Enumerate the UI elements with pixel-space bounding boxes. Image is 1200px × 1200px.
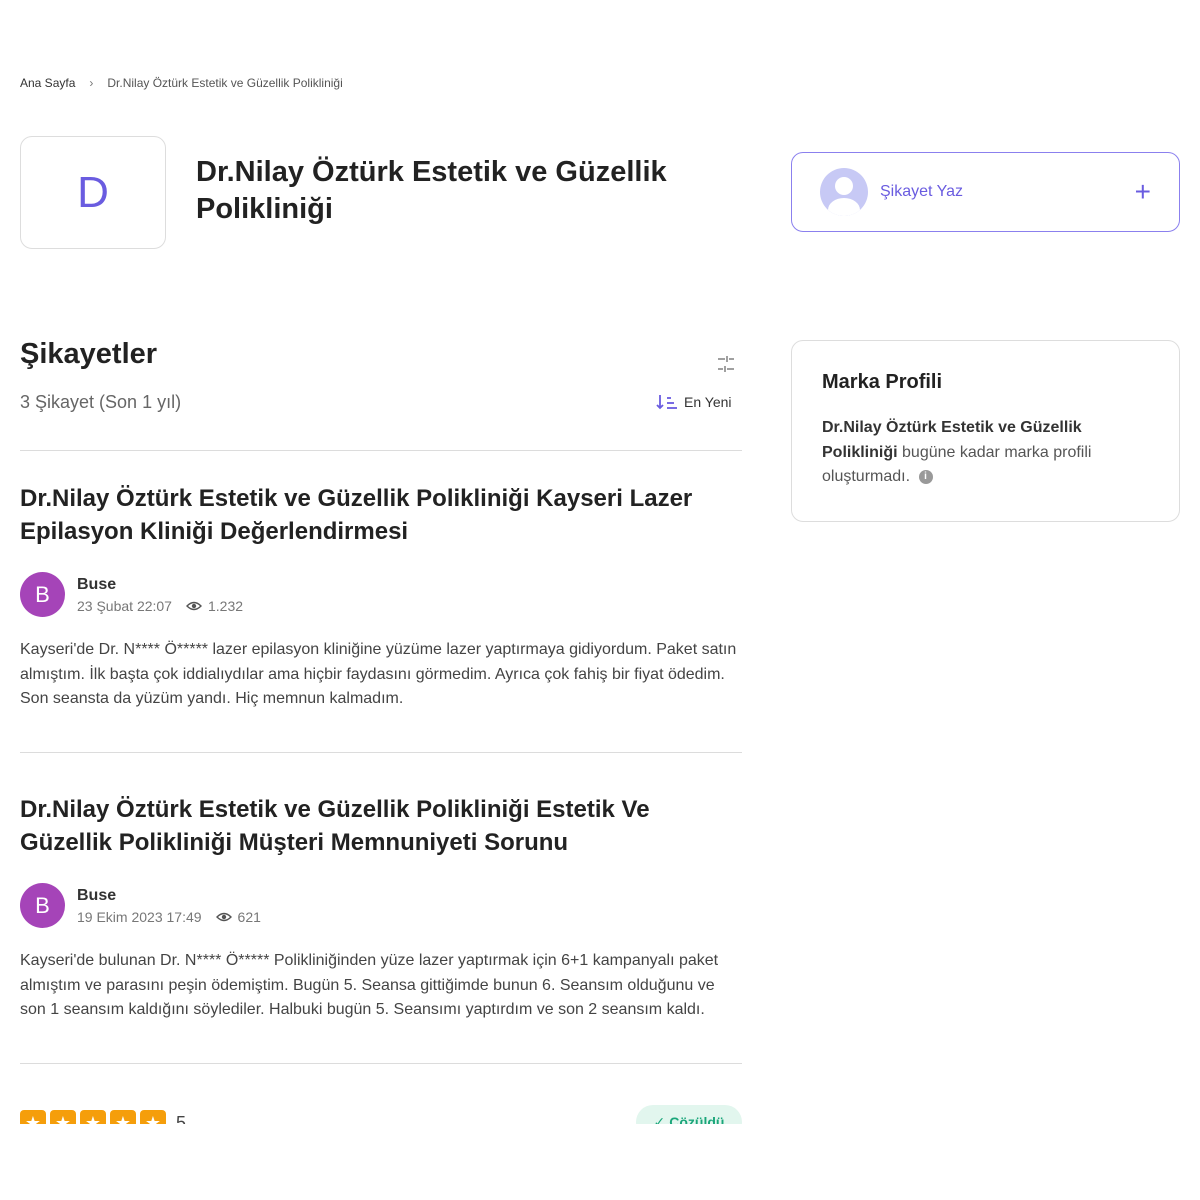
star-icon: ★ xyxy=(50,1110,76,1124)
profile-card-title: Marka Profili xyxy=(822,371,943,393)
status-label: Çözüldü xyxy=(669,1114,725,1124)
complaint-body: Kayseri'de bulunan Dr. N**** Ö***** Poli… xyxy=(20,952,719,1018)
divider xyxy=(20,1063,742,1064)
sort-icon xyxy=(656,395,677,410)
view-count: 621 xyxy=(215,908,261,925)
status-badge: ✓ Çözüldü xyxy=(636,1105,742,1124)
brand-profile-card: Marka Profili Dr.Nilay Öztürk Estetik ve… xyxy=(791,340,1180,522)
brand-logo: D xyxy=(20,136,166,249)
divider xyxy=(20,450,742,451)
view-count-value: 1.232 xyxy=(207,597,244,614)
filter-icon[interactable] xyxy=(716,354,736,374)
rating-score: 5 xyxy=(176,1112,187,1125)
avatar: B xyxy=(20,883,65,928)
complaint-title[interactable]: Dr.Nilay Öztürk Estetik ve Güzellik Poli… xyxy=(20,482,742,548)
divider xyxy=(20,752,742,753)
view-count-value: 621 xyxy=(237,908,261,925)
chevron-right-icon: › xyxy=(89,76,94,90)
eye-icon xyxy=(185,601,202,610)
breadcrumb-current: Dr.Nilay Öztürk Estetik ve Güzellik Poli… xyxy=(107,76,343,90)
author-name: Buse xyxy=(77,886,117,904)
complaint-date: 19 Ekim 2023 17:49 xyxy=(77,908,202,925)
star-icon: ★ xyxy=(80,1110,106,1124)
complaint-body: Kayseri'de Dr. N**** Ö***** lazer epilas… xyxy=(20,641,737,707)
eye-icon xyxy=(215,912,232,921)
complaint-count: 3 Şikayet (Son 1 yıl) xyxy=(20,392,182,412)
avatar: B xyxy=(20,572,65,617)
star-icon: ★ xyxy=(140,1110,166,1124)
sort-button[interactable]: En Yeni xyxy=(656,394,732,410)
view-count: 1.232 xyxy=(185,597,244,614)
sort-label: En Yeni xyxy=(684,394,732,410)
complaints-section-title: Şikayetler xyxy=(20,338,158,370)
check-icon: ✓ xyxy=(653,1113,666,1125)
rating-stars: ★ ★ ★ ★ ★ 5 xyxy=(20,1110,186,1124)
author-name: Buse xyxy=(77,575,117,593)
complaint-author: B Buse 19 Ekim 2023 17:49 621 xyxy=(20,883,261,928)
profile-card-text: Dr.Nilay Öztürk Estetik ve Güzellik Poli… xyxy=(822,416,1149,490)
info-icon[interactable]: i xyxy=(918,469,933,484)
complaint-preview: ★ ★ ★ ★ ★ 5 ✓ Çözüldü xyxy=(0,1100,1200,1124)
complaint-date: 23 Şubat 22:07 xyxy=(77,597,172,614)
plus-icon: + xyxy=(1134,176,1151,207)
complaint-author: B Buse 23 Şubat 22:07 1.232 xyxy=(20,572,243,617)
breadcrumb-home-link[interactable]: Ana Sayfa xyxy=(20,76,75,90)
brand-logo-letter: D xyxy=(77,167,109,217)
write-complaint-button[interactable]: Şikayet Yaz + xyxy=(791,152,1180,232)
page-title: Dr.Nilay Öztürk Estetik ve Güzellik Poli… xyxy=(196,156,667,225)
star-icon: ★ xyxy=(110,1110,136,1124)
star-icon: ★ xyxy=(20,1110,46,1124)
breadcrumb: Ana Sayfa › Dr.Nilay Öztürk Estetik ve G… xyxy=(20,76,343,90)
user-avatar-icon xyxy=(820,168,868,216)
write-complaint-label: Şikayet Yaz xyxy=(880,183,964,200)
complaint-title[interactable]: Dr.Nilay Öztürk Estetik ve Güzellik Poli… xyxy=(20,793,742,859)
